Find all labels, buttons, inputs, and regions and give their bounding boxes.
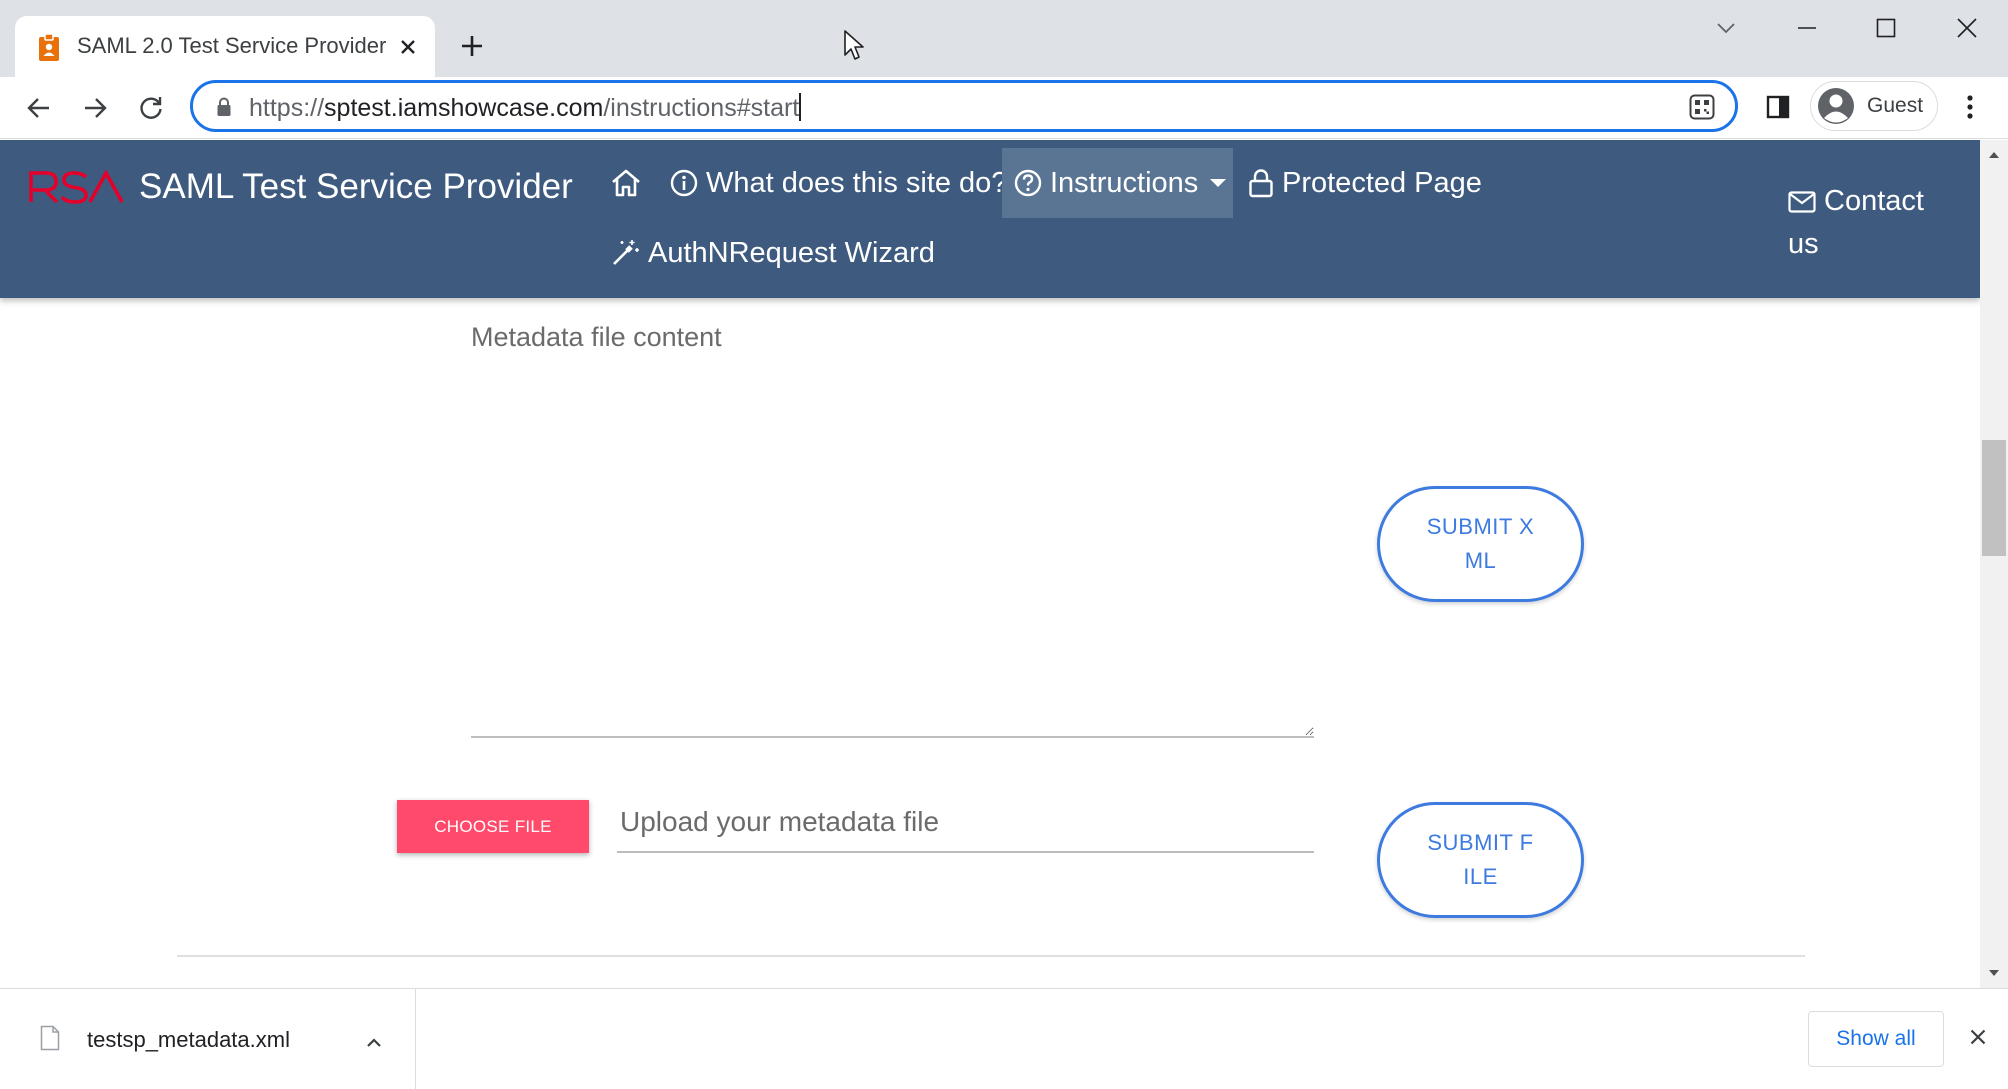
upload-placeholder: Upload your metadata file bbox=[620, 806, 940, 837]
section-divider bbox=[177, 955, 1805, 957]
info-circle-icon bbox=[670, 169, 698, 197]
nav-authnrequest-wizard[interactable]: AuthNRequest Wizard bbox=[598, 218, 947, 288]
text-caret bbox=[799, 93, 802, 121]
site-title[interactable]: SAML Test Service Provider bbox=[139, 167, 573, 207]
contact-label-line1: Contact bbox=[1824, 185, 1924, 217]
envelope-icon bbox=[1788, 190, 1816, 213]
show-all-button[interactable]: Show all bbox=[1808, 1011, 1944, 1067]
lock-icon[interactable] bbox=[216, 97, 232, 117]
nav-instructions-label: Instructions bbox=[1050, 166, 1199, 199]
minimize-icon[interactable] bbox=[1782, 10, 1832, 46]
avatar-icon bbox=[1817, 87, 1855, 125]
scroll-up-arrow-icon[interactable] bbox=[1980, 145, 2008, 165]
nav-what-label: What does this site do? bbox=[706, 166, 1008, 199]
nav-protected-page[interactable]: Protected Page bbox=[1236, 148, 1494, 218]
download-shelf: testsp_metadata.xml Show all bbox=[0, 988, 2008, 1089]
url-path: /instructions#start bbox=[603, 94, 800, 122]
qr-code-icon[interactable] bbox=[1689, 94, 1715, 120]
new-tab-icon[interactable] bbox=[454, 28, 490, 64]
scrollbar-thumb[interactable] bbox=[1982, 440, 2006, 556]
forward-arrow-icon[interactable] bbox=[74, 87, 116, 129]
tab-close-icon[interactable] bbox=[393, 32, 423, 62]
upload-metadata-input[interactable]: Upload your metadata file bbox=[617, 798, 1314, 853]
submit-file-button[interactable]: SUBMIT FILE bbox=[1377, 802, 1584, 918]
kebab-menu-icon[interactable] bbox=[1955, 89, 1985, 125]
browser-tab[interactable]: SAML 2.0 Test Service Provider bbox=[15, 16, 435, 77]
mouse-pointer-icon bbox=[843, 29, 865, 61]
magic-wand-icon bbox=[610, 238, 640, 268]
tab-title: SAML 2.0 Test Service Provider bbox=[77, 33, 387, 58]
url-text: https://sptest.iamshowcase.com/instructi… bbox=[249, 93, 802, 123]
nav-protected-label: Protected Page bbox=[1282, 166, 1482, 199]
choose-file-button[interactable]: CHOOSE FILE bbox=[397, 800, 589, 853]
nav-home[interactable] bbox=[598, 148, 654, 218]
reload-icon[interactable] bbox=[130, 87, 172, 129]
profile-button[interactable]: Guest bbox=[1810, 81, 1938, 131]
download-file-name: testsp_metadata.xml bbox=[87, 1027, 290, 1052]
metadata-content-textarea[interactable] bbox=[471, 370, 1314, 738]
question-circle-icon bbox=[1014, 169, 1042, 197]
browser-toolbar: https://sptest.iamshowcase.com/instructi… bbox=[0, 77, 2008, 139]
url-scheme: https:// bbox=[249, 94, 325, 122]
tab-search-chevron-icon[interactable] bbox=[1701, 10, 1751, 46]
site-navbar: SAML Test Service Provider What does thi… bbox=[0, 140, 1980, 298]
address-bar[interactable]: https://sptest.iamshowcase.com/instructi… bbox=[190, 80, 1738, 132]
metadata-content-label: Metadata file content bbox=[471, 322, 722, 352]
nav-instructions-dropdown[interactable]: Instructions bbox=[1002, 148, 1233, 218]
tab-strip: SAML 2.0 Test Service Provider bbox=[0, 0, 2008, 77]
lock-icon bbox=[1248, 168, 1274, 198]
close-shelf-icon[interactable] bbox=[1960, 1019, 1996, 1055]
page-scrollbar[interactable] bbox=[1980, 140, 2008, 988]
url-host: sptest.iamshowcase.com bbox=[324, 94, 604, 122]
file-icon bbox=[40, 1025, 60, 1051]
close-window-icon[interactable] bbox=[1942, 10, 1992, 46]
scroll-down-arrow-icon[interactable] bbox=[1980, 963, 2008, 983]
nav-contact-us[interactable]: Contact us bbox=[1788, 180, 1938, 266]
profile-label: Guest bbox=[1867, 94, 1924, 117]
nav-wizard-label: AuthNRequest Wizard bbox=[648, 236, 935, 269]
maximize-icon[interactable] bbox=[1861, 10, 1911, 46]
home-icon bbox=[610, 168, 642, 198]
back-arrow-icon[interactable] bbox=[18, 87, 60, 129]
caret-down-icon bbox=[1210, 179, 1227, 187]
download-item[interactable]: testsp_metadata.xml bbox=[0, 989, 416, 1089]
badge-icon bbox=[37, 34, 61, 62]
rsa-logo[interactable] bbox=[28, 170, 124, 204]
side-panel-icon[interactable] bbox=[1760, 89, 1796, 125]
nav-what-does-this-site-do[interactable]: What does this site do? bbox=[658, 148, 1019, 218]
submit-xml-button[interactable]: SUBMIT XML bbox=[1377, 486, 1584, 602]
contact-label-line2: us bbox=[1788, 228, 1819, 260]
chevron-up-icon[interactable] bbox=[356, 1025, 392, 1061]
web-page: SAML Test Service Provider What does thi… bbox=[0, 140, 1980, 988]
